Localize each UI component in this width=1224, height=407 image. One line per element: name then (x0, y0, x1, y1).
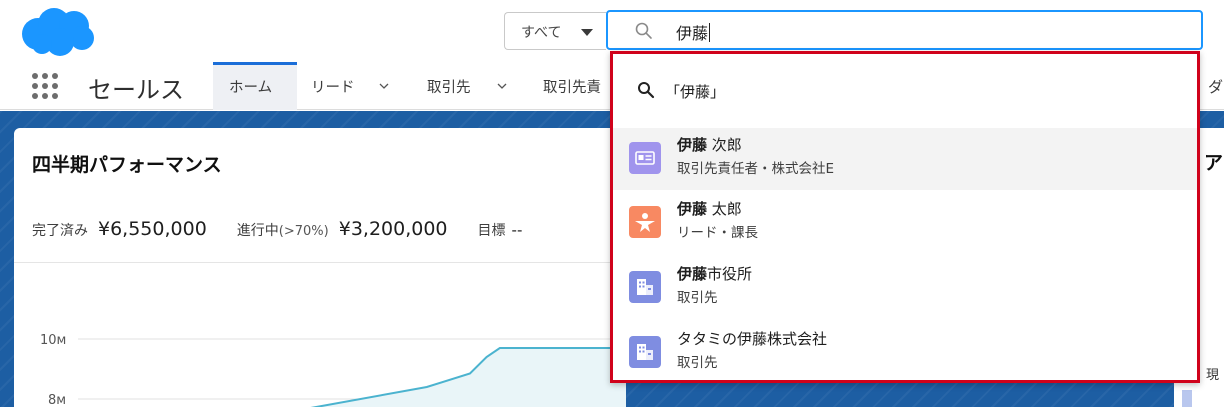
tab-home-label: ホーム (229, 80, 273, 96)
suggestion-query-text: 「伊藤」 (665, 83, 726, 101)
tab-accounts-label: 取引先 (427, 80, 471, 96)
text-cursor (709, 23, 711, 42)
search-result-account[interactable]: タタミの伊藤株式会社 取引先 (613, 322, 1197, 384)
tab-accounts[interactable]: 取引先 (427, 62, 527, 110)
caret-down-icon (581, 29, 593, 36)
right-card-title: ア (1204, 152, 1224, 174)
y-tick-label: 8м (48, 393, 66, 407)
result-subtitle: 取引先責任者・株式会社E (677, 161, 835, 177)
app-name: セールス (88, 76, 184, 104)
closed-label: 完了済み (32, 223, 88, 239)
tab-home[interactable]: ホーム (213, 62, 297, 110)
tab-contacts[interactable]: 取引先責 (543, 62, 613, 110)
search-results-dropdown: 「伊藤」 伊藤 次郎 取引先責任者・株式会社E 伊藤 太郎 リード・課長 伊藤市… (610, 51, 1200, 383)
search-icon (635, 22, 652, 39)
result-title: タタミの伊藤株式会社 (677, 328, 827, 349)
open-qualifier: (>70%) (278, 224, 329, 239)
tab-leads[interactable]: リード (311, 62, 411, 110)
performance-metrics: 完了済み ¥6,550,000 進行中(>70%) ¥3,200,000 目標 -- (32, 218, 552, 240)
result-title: 伊藤 次郎 (677, 134, 742, 155)
goal-label: 目標 (477, 223, 506, 239)
result-title-rest: 太郎 (707, 200, 742, 218)
search-scope-label: すべて (521, 25, 562, 41)
app-launcher-icon[interactable] (32, 73, 60, 101)
search-input-value: 伊藤 (676, 20, 711, 44)
right-card-bar (1182, 390, 1192, 407)
result-subtitle: リード・課長 (677, 225, 758, 241)
result-title-match: 伊藤 (677, 265, 708, 283)
y-tick-label: 10м (40, 333, 66, 348)
search-query-text: 伊藤 (676, 24, 709, 43)
result-subtitle: 取引先 (677, 355, 718, 371)
account-building-icon (629, 336, 661, 368)
search-query-suggestion[interactable]: 「伊藤」 (613, 54, 1197, 122)
account-building-icon (629, 271, 661, 303)
global-search-input[interactable]: 伊藤 (606, 10, 1203, 50)
right-card-text: 現 (1206, 368, 1220, 383)
quarterly-performance-card: 四半期パフォーマンス 完了済み ¥6,550,000 進行中(>70%) ¥3,200… (14, 128, 626, 407)
closed-value: ¥6,550,000 (98, 218, 207, 240)
search-result-contact[interactable]: 伊藤 次郎 取引先責任者・株式会社E (613, 128, 1197, 190)
search-icon (638, 82, 655, 99)
card-divider (14, 262, 626, 263)
result-title-rest: 次郎 (707, 136, 742, 154)
open-label: 進行中 (236, 223, 279, 239)
result-title-match: 伊藤 (677, 136, 708, 154)
performance-chart: 10м 8м (40, 333, 626, 407)
contact-card-icon (629, 142, 661, 174)
chevron-down-icon[interactable] (497, 81, 507, 91)
result-title: 伊藤 太郎 (677, 198, 742, 219)
tab-contacts-label: 取引先責 (543, 80, 601, 96)
search-result-account[interactable]: 伊藤市役所 取引先 (613, 257, 1197, 319)
result-title-rest: タタミの伊藤株式会社 (677, 330, 828, 348)
open-value: ¥3,200,000 (338, 218, 448, 240)
card-title: 四半期パフォーマンス (32, 154, 222, 176)
search-result-lead[interactable]: 伊藤 太郎 リード・課長 (613, 192, 1197, 254)
tab-overflow-label[interactable]: ダ (1208, 76, 1223, 97)
goal-value: -- (511, 221, 523, 239)
search-scope-select[interactable]: すべて (504, 12, 606, 50)
tab-leads-label: リード (311, 80, 355, 96)
result-title: 伊藤市役所 (677, 263, 752, 284)
chevron-down-icon[interactable] (379, 81, 389, 91)
result-title-rest: 市役所 (707, 265, 753, 283)
salesforce-logo-icon[interactable] (16, 4, 100, 60)
lead-star-icon (629, 206, 661, 238)
result-subtitle: 取引先 (677, 290, 718, 306)
result-title-match: 伊藤 (677, 200, 708, 218)
